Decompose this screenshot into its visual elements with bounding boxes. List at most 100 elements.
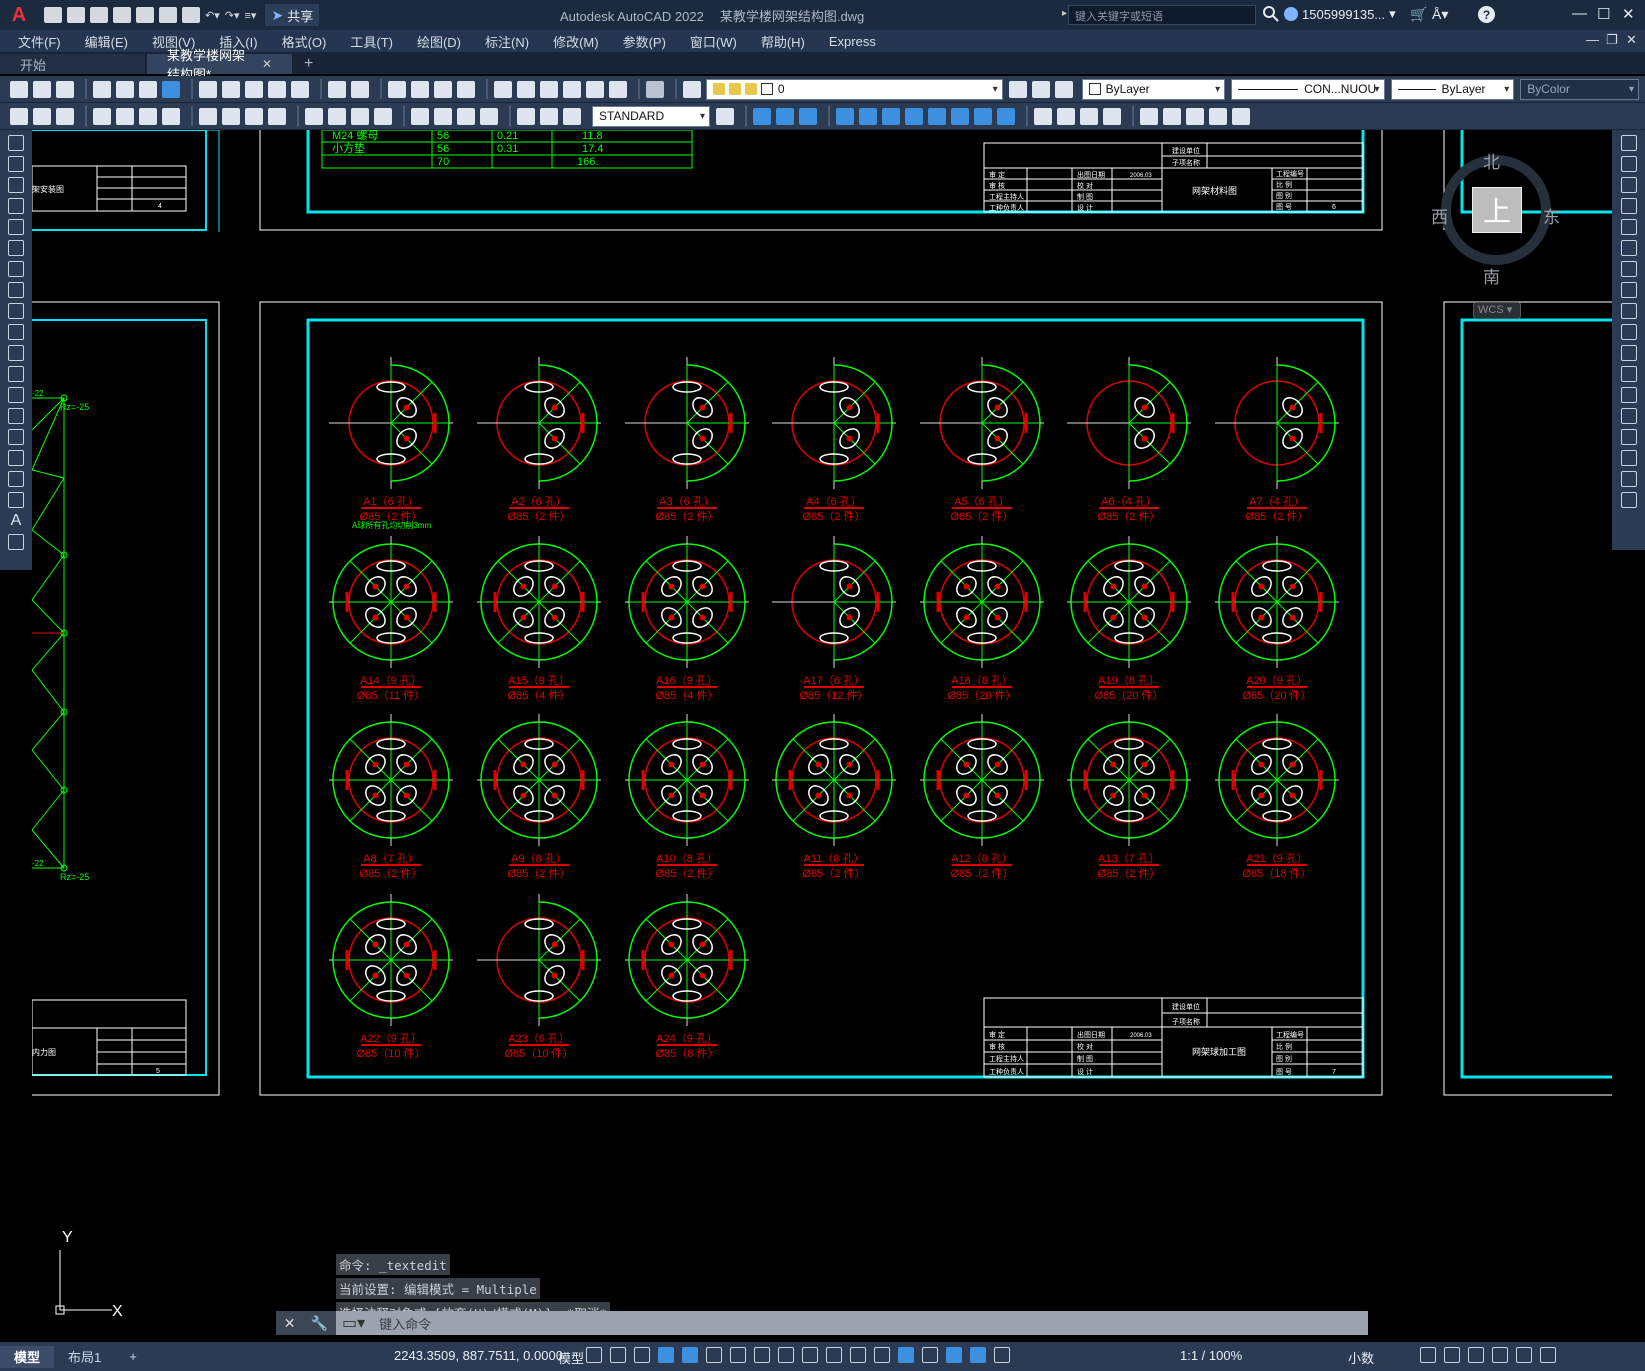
ball-node[interactable]: A4（6 孔） Ø85（2 件）: [772, 357, 896, 523]
lineweight-icon[interactable]: [802, 1347, 818, 1363]
object-snap-icon[interactable]: [778, 1347, 794, 1363]
tolerance-icon[interactable]: [411, 107, 429, 125]
dim-jogged-icon[interactable]: [222, 107, 240, 125]
copy-object-icon[interactable]: [1620, 156, 1637, 172]
arc-icon[interactable]: [8, 240, 24, 256]
gizmo-icon[interactable]: [946, 1347, 962, 1363]
wipeout-icon[interactable]: [56, 107, 74, 125]
cut-icon[interactable]: [198, 80, 217, 98]
save-icon[interactable]: [56, 80, 74, 98]
construction-line-icon[interactable]: [8, 156, 24, 172]
layer-properties-icon[interactable]: [682, 80, 701, 98]
design-center-icon[interactable]: [516, 80, 535, 98]
trim-icon[interactable]: [1620, 324, 1637, 340]
dim-text-edit-icon[interactable]: [540, 107, 558, 125]
search-icon[interactable]: [1262, 5, 1280, 23]
web-save-icon[interactable]: [159, 7, 177, 23]
erase-icon[interactable]: [1620, 135, 1637, 151]
hardware-acceleration-icon[interactable]: [1492, 1347, 1508, 1363]
publish-icon[interactable]: [138, 80, 157, 98]
new-tab-button[interactable]: +: [294, 54, 323, 74]
block-editor-icon[interactable]: [290, 80, 309, 98]
ellipse-arc-icon[interactable]: [8, 345, 24, 361]
mirror-icon[interactable]: [1620, 177, 1637, 193]
region-icon[interactable]: [33, 107, 51, 125]
ball-node[interactable]: A13（7 孔） Ø85（2 件）: [1067, 714, 1191, 880]
object-snap-tracking-icon[interactable]: [754, 1347, 770, 1363]
ball-node[interactable]: A24（9 孔） Ø85（8 件）: [625, 894, 749, 1060]
center-mark-icon[interactable]: [434, 107, 452, 125]
sheet-set-icon[interactable]: [562, 80, 581, 98]
tab-drawing[interactable]: 某教学楼网架结构图* ✕: [147, 48, 292, 82]
revolve-icon[interactable]: [905, 107, 923, 125]
quick-properties-icon[interactable]: [1420, 1347, 1436, 1363]
menu-express[interactable]: Express: [817, 34, 888, 49]
layer-previous-icon[interactable]: [1031, 80, 1050, 98]
union-icon[interactable]: [799, 107, 817, 125]
polyline-icon[interactable]: [8, 177, 24, 193]
recent-commands-icon[interactable]: ▭▾: [336, 1313, 371, 1333]
customize-icon[interactable]: 🔧: [311, 1315, 328, 1332]
close-command-line-icon[interactable]: ✕: [284, 1315, 296, 1332]
units-dropdown[interactable]: 小数: [1348, 1348, 1374, 1367]
dim-edit-icon[interactable]: [517, 107, 535, 125]
ball-node[interactable]: A8（7 孔） Ø85（2 件）: [329, 714, 453, 880]
polar-icon[interactable]: [706, 1347, 722, 1363]
new-icon[interactable]: [44, 7, 62, 23]
minimize-icon[interactable]: —: [1572, 5, 1587, 22]
dim-baseline-icon[interactable]: [328, 107, 346, 125]
annotation-scale[interactable]: 1:1 / 100%: [1180, 1348, 1242, 1363]
ball-node[interactable]: A9（8 孔） Ø85（2 件）: [477, 714, 601, 880]
app-menu-button[interactable]: A: [0, 0, 38, 30]
a360-icon[interactable]: Å▾: [1432, 6, 1448, 23]
ball-node[interactable]: A7（4 孔） Ø85（2 件）: [1215, 357, 1339, 523]
properties-icon[interactable]: [493, 80, 512, 98]
help-icon[interactable]: [645, 80, 664, 98]
menu-modify[interactable]: 修改(M): [541, 32, 611, 51]
dim-arc-icon[interactable]: [139, 107, 157, 125]
dim-ordinate-icon[interactable]: [162, 107, 180, 125]
auto-scale-icon[interactable]: [994, 1347, 1010, 1363]
tab-close-icon[interactable]: ✕: [262, 57, 272, 71]
scale-icon[interactable]: [1620, 282, 1637, 298]
zoom-realtime-icon[interactable]: [410, 80, 429, 98]
polygon-icon[interactable]: [8, 198, 24, 214]
menu-format[interactable]: 格式(O): [270, 32, 339, 51]
customization-icon[interactable]: [1540, 1347, 1556, 1363]
viewcube-top-face[interactable]: 上: [1472, 187, 1522, 233]
ball-node[interactable]: A16（9 孔） Ø85（4 件）: [625, 536, 749, 702]
dim-aligned-icon[interactable]: [116, 107, 134, 125]
ball-node[interactable]: A5（6 孔） Ø85（2 件）: [920, 357, 1044, 523]
ball-node[interactable]: A20（9 孔） Ø85（20 件）: [1215, 536, 1339, 702]
menu-window[interactable]: 窗口(W): [678, 32, 749, 51]
break-at-point-icon[interactable]: [1620, 366, 1637, 382]
ball-node[interactable]: A2（6 孔） Ø85（2 件）: [477, 357, 601, 523]
save-icon[interactable]: [90, 7, 108, 23]
dim-linear-icon[interactable]: [93, 107, 111, 125]
tool-palettes-icon[interactable]: [539, 80, 558, 98]
ball-node[interactable]: A10（8 孔） Ø85（2 件）: [625, 714, 749, 880]
move-icon[interactable]: [1620, 240, 1637, 256]
lineweight-dropdown[interactable]: ByLayer: [1390, 78, 1515, 100]
mtext-icon[interactable]: A: [8, 513, 24, 529]
add-selected-icon[interactable]: [8, 534, 24, 550]
compass-west[interactable]: 西: [1431, 203, 1448, 228]
rectangle-icon[interactable]: [8, 219, 24, 235]
table-icon[interactable]: [8, 492, 24, 508]
menu-tools[interactable]: 工具(T): [338, 32, 405, 51]
web-open-icon[interactable]: [136, 7, 154, 23]
join-icon[interactable]: [1620, 408, 1637, 424]
ucs-object-icon[interactable]: [1232, 107, 1250, 125]
doc-restore-icon[interactable]: ❐: [1606, 32, 1618, 48]
dynamic-ucs-icon[interactable]: [898, 1347, 914, 1363]
menu-dimension[interactable]: 标注(N): [473, 32, 541, 51]
ball-node[interactable]: A17（6 孔） Ø85（12 件）: [772, 536, 896, 702]
ball-node[interactable]: A21（9 孔） Ø85（18 件）: [1215, 714, 1339, 880]
help-icon[interactable]: ?: [1478, 6, 1495, 23]
add-layout-button[interactable]: +: [115, 1346, 151, 1368]
presspull-icon[interactable]: [859, 107, 877, 125]
light-icon[interactable]: [1080, 107, 1098, 125]
dim-continue-icon[interactable]: [351, 107, 369, 125]
ucs-previous-icon[interactable]: [1186, 107, 1204, 125]
ucs-icon[interactable]: [1140, 107, 1158, 125]
